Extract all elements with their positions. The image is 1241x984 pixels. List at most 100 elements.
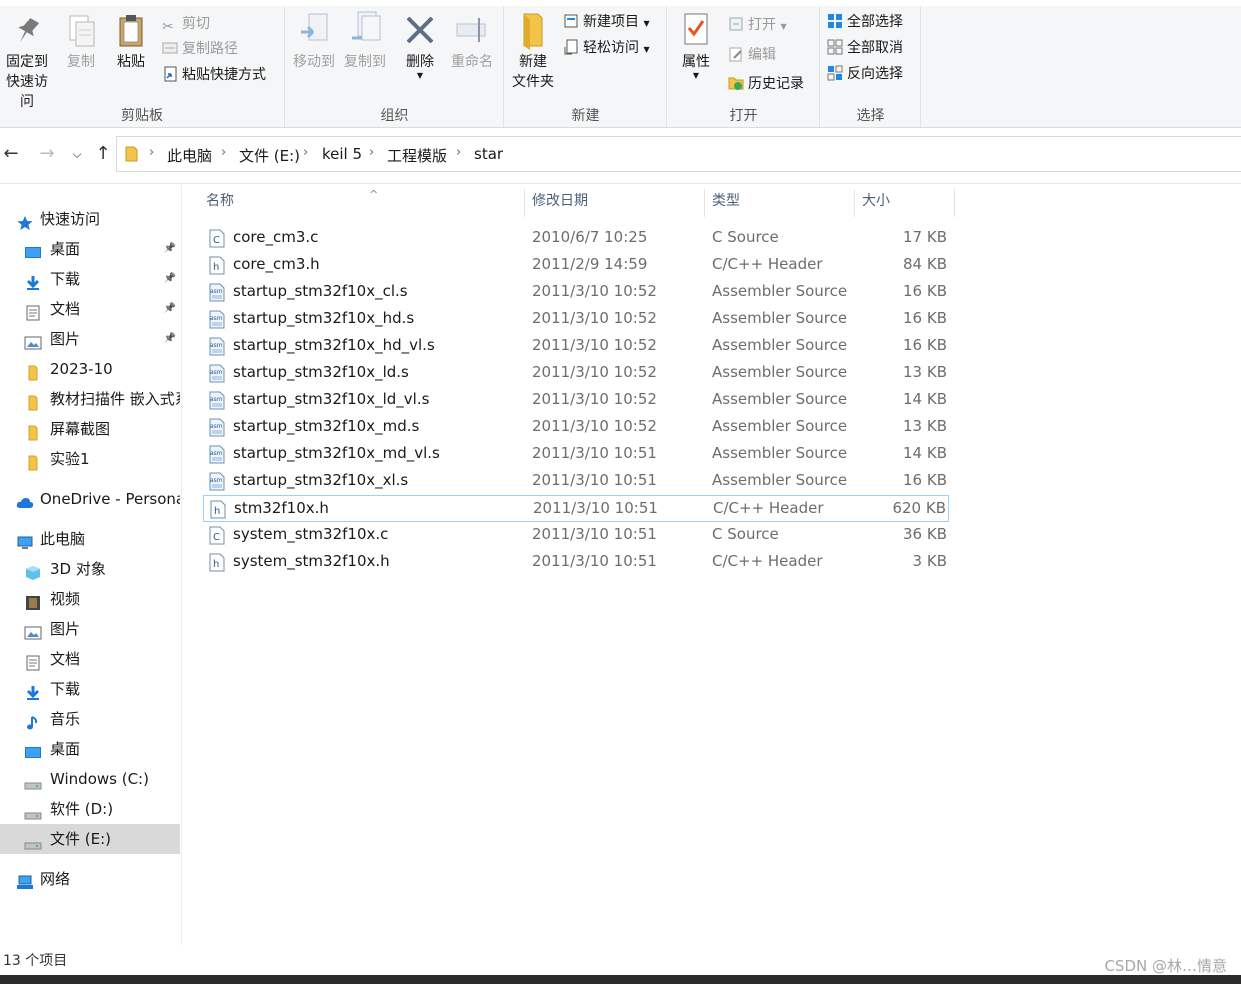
sidebar-item[interactable]: 教材扫描件 嵌入式系	[0, 384, 180, 414]
column-header-name-label: 名称	[206, 193, 234, 209]
breadcrumb-separator-icon[interactable]: ›	[221, 145, 226, 160]
copy-button[interactable]: 复制	[58, 10, 104, 72]
file-type: C Source	[712, 525, 779, 543]
file-row[interactable]: asm startup_stm32f10x_hd.s 2011/3/10 10:52…	[203, 306, 949, 333]
select-all-label: 全部选择	[847, 14, 903, 30]
file-row[interactable]: asm startup_stm32f10x_ld.s 2011/3/10 10:52…	[203, 360, 949, 387]
file-date: 2010/6/7 10:25	[532, 228, 648, 246]
sidebar-item[interactable]: 实验1	[0, 444, 180, 474]
copy-path-button[interactable]: 复制路径	[162, 37, 238, 61]
rename-button[interactable]: 重命名	[446, 10, 498, 72]
file-row[interactable]: asm startup_stm32f10x_md.s 2011/3/10 10:52…	[203, 414, 949, 441]
invert-selection-label: 反向选择	[847, 66, 903, 82]
column-header-size-label: 大小	[862, 193, 890, 209]
file-name: startup_stm32f10x_hd_vl.s	[233, 336, 435, 354]
sidebar-item[interactable]: 文档 📌	[0, 294, 180, 324]
file-row[interactable]: asm startup_stm32f10x_cl.s 2011/3/10 10:52…	[203, 279, 949, 306]
sidebar-item[interactable]: OneDrive - Persona	[0, 484, 180, 514]
breadcrumb-separator-icon[interactable]: ›	[303, 145, 308, 160]
sidebar-item-label: 软件 (D:)	[50, 800, 114, 818]
folder-icon	[24, 391, 42, 411]
select-all-button[interactable]: 全部选择	[827, 10, 903, 34]
breadcrumb-separator-icon[interactable]: ›	[369, 145, 374, 160]
new-folder-button[interactable]: 新建 文件夹	[509, 10, 557, 92]
file-row[interactable]: Csystem_stm32f10x.c 2011/3/10 10:51 C Sour…	[203, 522, 949, 549]
file-name: startup_stm32f10x_ld.s	[233, 363, 409, 381]
delete-label: 删除	[406, 54, 434, 70]
breadcrumb-project-template[interactable]: 工程模版	[387, 145, 447, 166]
file-type: C/C++ Header	[712, 552, 823, 570]
file-date: 2011/3/10 10:51	[532, 525, 657, 543]
sidebar-item[interactable]: 音乐	[0, 704, 180, 734]
file-row[interactable]: asm startup_stm32f10x_xl.s 2011/3/10 10:51…	[203, 468, 949, 495]
sidebar-item[interactable]: 下载 📌	[0, 264, 180, 294]
file-row[interactable]: h system_stm32f10x.h 2011/3/10 10:51 C/C++ …	[203, 549, 949, 576]
recent-locations-chevron-icon[interactable]: ⌵	[66, 142, 88, 166]
sidebar-item[interactable]: 此电脑	[0, 524, 180, 554]
copy-to-button[interactable]: 复制到	[340, 10, 390, 72]
file-type: C Source	[712, 228, 779, 246]
sidebar-item[interactable]: 桌面	[0, 734, 180, 764]
up-arrow-icon[interactable]: ↑	[92, 142, 114, 166]
column-header-type[interactable]: 类型	[705, 189, 855, 217]
back-arrow-icon[interactable]: ←	[0, 142, 22, 166]
file-row[interactable]: asm startup_stm32f10x_ld_vl.s 2011/3/10 10…	[203, 387, 949, 414]
file-name: startup_stm32f10x_xl.s	[233, 471, 409, 489]
history-button[interactable]: 历史记录	[728, 72, 804, 96]
cut-button[interactable]: ✂ 剪切	[162, 12, 210, 36]
breadcrumb-drive-e[interactable]: 文件 (E:)	[239, 145, 300, 166]
sidebar-item[interactable]: 3D 对象	[0, 554, 180, 584]
column-header-size[interactable]: 大小	[855, 189, 955, 217]
delete-button[interactable]: 删除 ▼	[398, 10, 442, 80]
column-header-date[interactable]: 修改日期	[525, 189, 705, 217]
sidebar-item[interactable]: 图片	[0, 614, 180, 644]
address-bar[interactable]: › 此电脑 › 文件 (E:) › keil 5 › 工程模版 › star	[116, 136, 1241, 172]
edit-button[interactable]: 编辑	[728, 43, 776, 67]
paste-button[interactable]: 粘贴	[108, 10, 154, 72]
easy-access-dropdown-chevron-icon: ▼	[643, 45, 650, 54]
invert-selection-button[interactable]: 反向选择	[827, 62, 903, 86]
open-dropdown-chevron-icon: ▼	[780, 22, 787, 31]
svg-text:asm: asm	[210, 369, 223, 376]
move-to-button[interactable]: 移动到	[288, 10, 340, 72]
breadcrumb-separator-icon[interactable]: ›	[456, 145, 461, 160]
sidebar-item[interactable]: 文件 (E:)	[0, 824, 180, 854]
breadcrumb-star[interactable]: star	[474, 145, 503, 163]
pin-to-quick-access-button[interactable]: 固定到 快速访问	[0, 10, 54, 112]
sidebar-item[interactable]: 文档	[0, 644, 180, 674]
paste-shortcut-button[interactable]: 粘贴快捷方式	[162, 63, 266, 87]
sidebar-item[interactable]: 2023-10	[0, 354, 180, 384]
sidebar-item[interactable]: Windows (C:)	[0, 764, 180, 794]
open-button[interactable]: 打开 ▼	[728, 13, 787, 37]
file-row[interactable]: h stm32f10x.h 2011/3/10 10:51 C/C++ Header 6…	[203, 495, 949, 522]
column-header-name[interactable]: ^ 名称	[199, 188, 525, 217]
breadcrumb-separator-icon[interactable]: ›	[149, 145, 154, 160]
svg-text:asm: asm	[210, 477, 223, 484]
properties-button[interactable]: 属性 ▼	[672, 10, 720, 80]
file-row[interactable]: Ccore_cm3.c 2010/6/7 10:25 C Source 17 KB	[203, 225, 949, 252]
sidebar-item[interactable]: 网络	[0, 864, 180, 894]
sidebar-item[interactable]: 屏幕截图	[0, 414, 180, 444]
sidebar-item[interactable]: 下载	[0, 674, 180, 704]
sidebar-item[interactable]: 视频	[0, 584, 180, 614]
select-none-button[interactable]: 全部取消	[827, 36, 903, 60]
sidebar-item[interactable]: 图片 📌	[0, 324, 180, 354]
file-row[interactable]: asm startup_stm32f10x_md_vl.s 2011/3/10 10…	[203, 441, 949, 468]
sidebar-item[interactable]: 软件 (D:)	[0, 794, 180, 824]
breadcrumb-this-pc[interactable]: 此电脑	[167, 145, 212, 166]
properties-icon	[684, 13, 708, 45]
sidebar-item-label: 2023-10	[50, 360, 113, 378]
file-row[interactable]: h core_cm3.h 2011/2/9 14:59 C/C++ Header 84 …	[203, 252, 949, 279]
sidebar-item-label: 快速访问	[40, 210, 101, 228]
taskbar-strip	[0, 975, 1241, 984]
copy-to-label: 复制到	[344, 54, 386, 70]
new-item-button[interactable]: 新建项目 ▼	[563, 10, 650, 34]
sidebar-item[interactable]: 桌面 📌	[0, 234, 180, 264]
forward-arrow-icon[interactable]: →	[36, 142, 58, 166]
copy-path-icon	[162, 42, 178, 54]
sidebar-item[interactable]: 快速访问	[0, 204, 180, 234]
easy-access-button[interactable]: 轻松访问 ▼	[563, 36, 650, 60]
file-row[interactable]: asm startup_stm32f10x_hd_vl.s 2011/3/10 10…	[203, 333, 949, 360]
breadcrumb-keil5[interactable]: keil 5	[322, 145, 362, 163]
select-group: 全部选择 全部取消 反向选择 选择	[821, 6, 921, 127]
